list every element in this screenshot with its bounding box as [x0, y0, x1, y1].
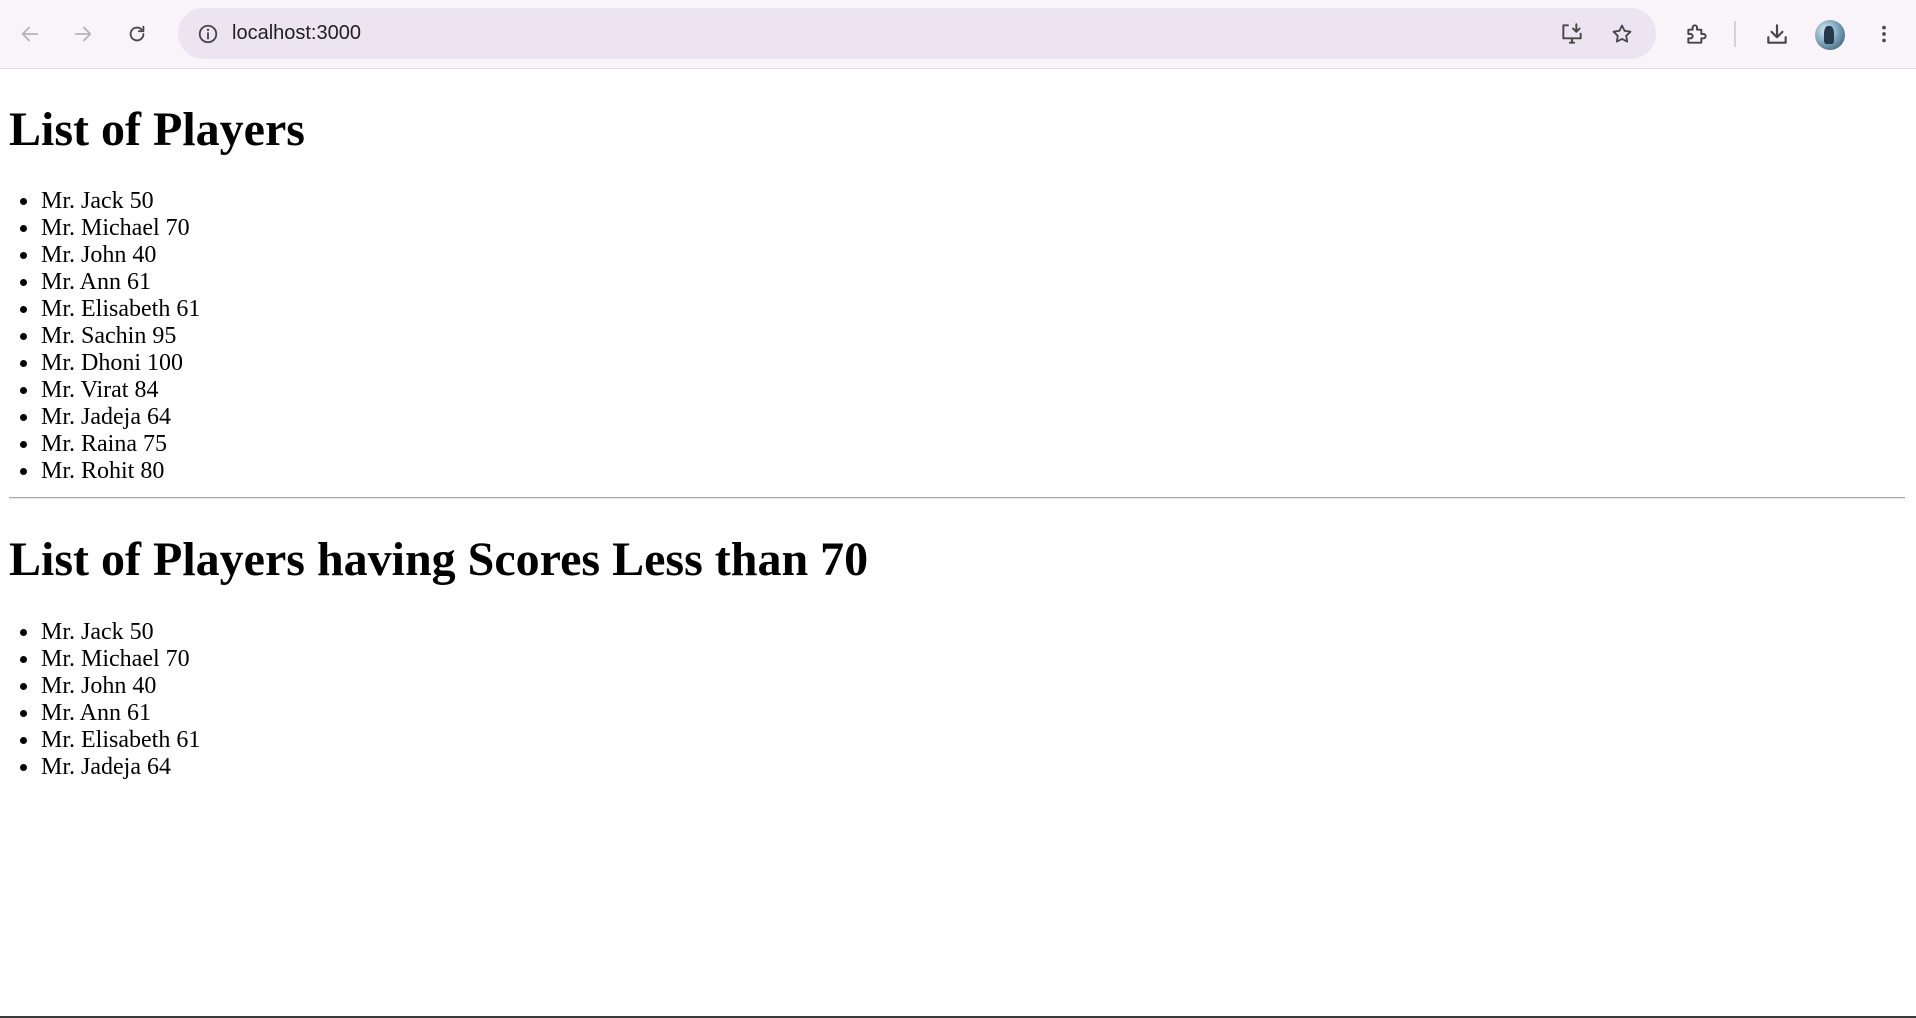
list-item: Mr. Virat 84 — [40, 377, 200, 404]
back-button[interactable] — [10, 14, 50, 54]
list-item: Mr. Dhoni 100 — [40, 350, 200, 377]
puzzle-icon — [1687, 24, 1707, 44]
list-item: Mr. Ann 61 — [40, 269, 200, 296]
list-item: Mr. Sachin 95 — [40, 323, 200, 350]
list-item: Mr. Jack 50 — [40, 188, 200, 215]
list-item: Mr. Jack 50 — [40, 619, 200, 646]
star-icon — [1612, 24, 1632, 43]
profile-avatar[interactable] — [1815, 20, 1845, 50]
downloads-button[interactable] — [1757, 14, 1797, 54]
heading-filtered-players: List of Players having Scores Less than … — [9, 533, 869, 586]
forward-button[interactable] — [63, 14, 103, 54]
url-text[interactable]: localhost:3000 — [232, 8, 361, 59]
download-icon — [1767, 24, 1787, 44]
list-item: Mr. John 40 — [40, 673, 200, 700]
reload-button[interactable] — [117, 14, 157, 54]
kebab-menu-icon — [1882, 25, 1886, 43]
arrow-left-icon — [21, 26, 39, 42]
list-item: Mr. Jadeja 64 — [40, 754, 200, 781]
list-item: Mr. Ann 61 — [40, 700, 200, 727]
install-app-icon — [1562, 23, 1582, 44]
extensions-button[interactable] — [1677, 14, 1717, 54]
bookmark-button[interactable] — [1606, 18, 1638, 50]
install-app-button[interactable] — [1556, 18, 1588, 50]
site-info-button[interactable] — [192, 18, 224, 50]
address-bar[interactable]: localhost:3000 — [178, 8, 1656, 59]
arrow-right-icon — [74, 26, 92, 42]
list-item: Mr. Elisabeth 61 — [40, 727, 200, 754]
toolbar-divider — [1734, 21, 1736, 47]
list-item: Mr. Michael 70 — [40, 215, 200, 242]
info-icon — [198, 24, 218, 44]
horizontal-rule — [9, 497, 1905, 499]
heading-all-players: List of Players — [9, 103, 305, 156]
list-item: Mr. Jadeja 64 — [40, 404, 200, 431]
list-item: Mr. Rohit 80 — [40, 458, 200, 485]
page-content: List of Players Mr. Jack 50 Mr. Michael … — [0, 70, 1916, 1018]
reload-icon — [129, 25, 145, 42]
list-item: Mr. Michael 70 — [40, 646, 200, 673]
browser-menu-button[interactable] — [1864, 14, 1904, 54]
browser-toolbar: localhost:3000 — [0, 0, 1916, 69]
filtered-players-list: Mr. Jack 50 Mr. Michael 70 Mr. John 40 M… — [0, 619, 200, 781]
list-item: Mr. John 40 — [40, 242, 200, 269]
all-players-list: Mr. Jack 50 Mr. Michael 70 Mr. John 40 M… — [0, 188, 200, 485]
list-item: Mr. Raina 75 — [40, 431, 200, 458]
list-item: Mr. Elisabeth 61 — [40, 296, 200, 323]
